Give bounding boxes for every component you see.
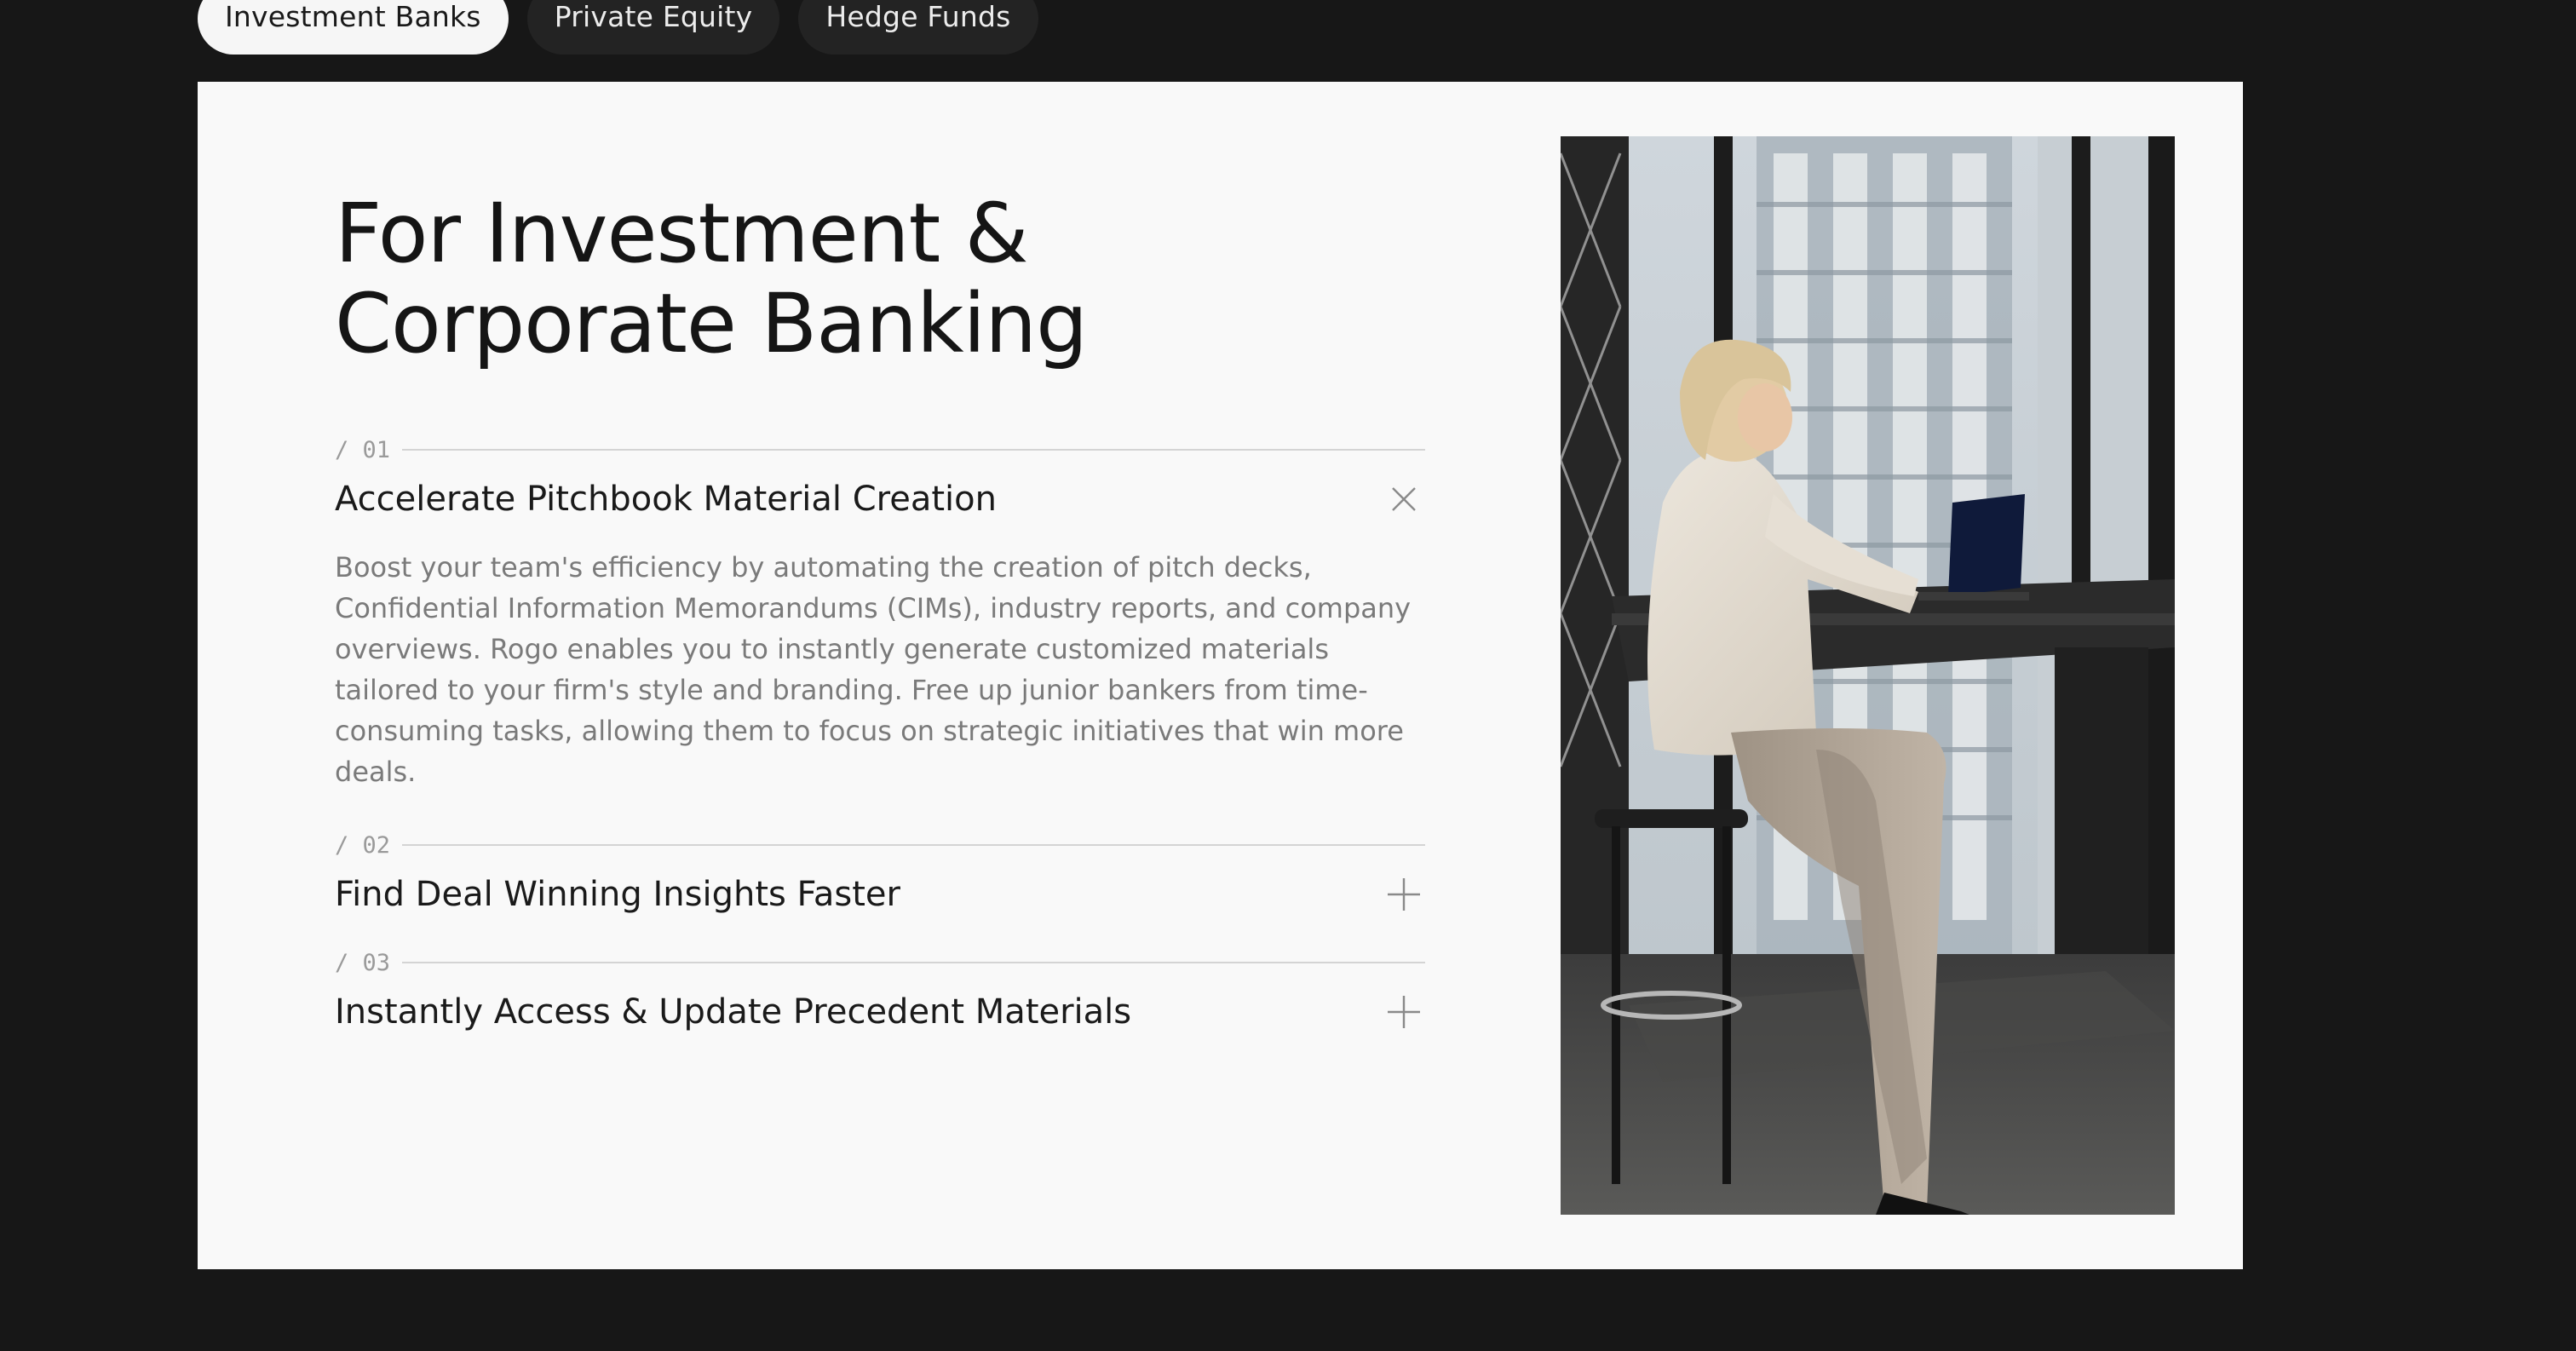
close-icon[interactable]	[1383, 478, 1425, 520]
accordion-index-row: / 02	[335, 826, 1425, 864]
plus-icon[interactable]	[1383, 991, 1425, 1033]
tab-private-equity[interactable]: Private Equity	[526, 0, 780, 55]
heading-line-1: For Investment &	[335, 186, 1029, 281]
accordion-title: Accelerate Pitchbook Material Creation	[335, 480, 997, 519]
divider	[402, 449, 1425, 451]
content-card: For Investment & Corporate Banking / 01 …	[198, 82, 2243, 1269]
tab-investment-banks[interactable]: Investment Banks	[198, 0, 509, 55]
tab-hedge-funds[interactable]: Hedge Funds	[798, 0, 1038, 55]
accordion-header-2[interactable]: Find Deal Winning Insights Faster	[335, 864, 1425, 925]
accordion-title: Find Deal Winning Insights Faster	[335, 875, 900, 914]
accordion-index: / 01	[335, 436, 391, 463]
accordion-item-1: / 01 Accelerate Pitchbook Material Creat…	[335, 431, 1425, 792]
accordion-index: / 03	[335, 949, 391, 976]
divider	[402, 962, 1425, 963]
accordion-item-2: / 02 Find Deal Winning Insights Faster	[335, 826, 1425, 925]
banker-photo	[1561, 136, 2175, 1215]
plus-icon[interactable]	[1383, 873, 1425, 916]
accordion-index: / 02	[335, 831, 391, 859]
accordion-header-3[interactable]: Instantly Access & Update Precedent Mate…	[335, 981, 1425, 1043]
accordion-item-3: / 03 Instantly Access & Update Precedent…	[335, 944, 1425, 1043]
divider	[402, 844, 1425, 846]
accordion-header-1[interactable]: Accelerate Pitchbook Material Creation	[335, 469, 1425, 530]
accordion-title: Instantly Access & Update Precedent Mate…	[335, 992, 1132, 1032]
segment-tabs: Investment Banks Private Equity Hedge Fu…	[198, 0, 1038, 55]
accordion-index-row: / 01	[335, 431, 1425, 469]
office-illustration	[1561, 136, 2175, 1215]
section-heading: For Investment & Corporate Banking	[335, 188, 1442, 369]
feature-accordion: / 01 Accelerate Pitchbook Material Creat…	[335, 431, 1425, 1043]
accordion-index-row: / 03	[335, 944, 1425, 981]
heading-line-2: Corporate Banking	[335, 276, 1088, 371]
accordion-body: Boost your team's efficiency by automati…	[335, 551, 1412, 788]
